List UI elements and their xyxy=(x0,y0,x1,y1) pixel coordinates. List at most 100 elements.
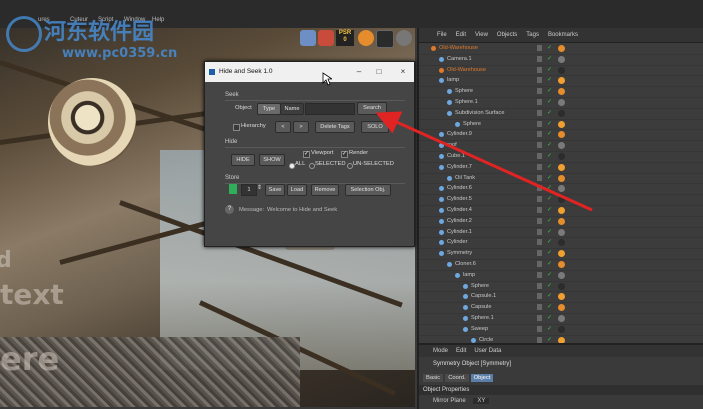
enabled-check-icon[interactable]: ✓ xyxy=(547,43,552,54)
load-button[interactable]: Load xyxy=(287,184,307,196)
viewport-checkbox[interactable]: ✓ xyxy=(303,151,310,158)
enabled-check-icon[interactable]: ✓ xyxy=(547,237,552,248)
remove-button[interactable]: Remove xyxy=(311,184,339,196)
om-menu-objects[interactable]: Objects xyxy=(497,32,517,38)
material-tag-icon[interactable] xyxy=(558,163,565,171)
material-tag-icon[interactable] xyxy=(558,45,565,52)
enabled-check-icon[interactable]: ✓ xyxy=(547,313,552,324)
material-tag-icon[interactable] xyxy=(558,325,565,333)
script-icon[interactable] xyxy=(358,30,374,46)
delete-tags-button[interactable]: Delete Tags xyxy=(315,121,355,133)
maximize-icon[interactable]: □ xyxy=(373,62,385,82)
material-tag-icon[interactable] xyxy=(558,304,565,312)
material-tag-icon[interactable] xyxy=(558,282,565,290)
selection-obj-button[interactable]: Selection Obj. xyxy=(345,184,391,196)
tab-coord[interactable]: Coord. xyxy=(445,374,469,382)
name-toggle[interactable]: Name xyxy=(280,103,304,115)
search-button[interactable]: Search xyxy=(357,102,387,115)
tab-object[interactable]: Object xyxy=(470,374,494,382)
hierarchy-checkbox[interactable] xyxy=(233,124,240,131)
material-tag-icon[interactable] xyxy=(558,99,565,106)
hide-button[interactable]: HIDE xyxy=(231,154,255,166)
material-tag-icon[interactable] xyxy=(558,271,565,279)
om-menu-tags[interactable]: Tags xyxy=(526,32,539,38)
close-icon[interactable]: × xyxy=(397,62,409,82)
dialog-title-bar[interactable]: Hide and Seek 1.0 – □ × xyxy=(205,62,414,82)
material-tag-icon[interactable] xyxy=(558,239,565,247)
render-view-icon[interactable] xyxy=(318,30,334,46)
enabled-check-icon[interactable]: ✓ xyxy=(547,108,552,119)
om-menu-view[interactable]: View xyxy=(475,32,488,38)
type-toggle[interactable]: Type xyxy=(257,103,281,115)
material-tag-icon[interactable] xyxy=(558,77,565,85)
material-tag-icon[interactable] xyxy=(558,131,565,139)
show-button[interactable]: SHOW xyxy=(259,154,285,166)
psr-indicator[interactable]: PSR 0 xyxy=(336,30,354,46)
enabled-check-icon[interactable]: ✓ xyxy=(547,324,552,335)
enabled-check-icon[interactable]: ✓ xyxy=(547,54,552,65)
enabled-check-icon[interactable]: ✓ xyxy=(547,173,552,184)
material-tag-icon[interactable] xyxy=(558,88,565,96)
enabled-check-icon[interactable]: ✓ xyxy=(547,129,552,140)
store-index-field[interactable]: 1 xyxy=(241,184,257,196)
enabled-check-icon[interactable]: ✓ xyxy=(547,270,552,281)
enabled-check-icon[interactable]: ✓ xyxy=(547,259,552,270)
mirror-plane-field[interactable]: Mirror Plane XY xyxy=(433,398,490,404)
material-tag-icon[interactable] xyxy=(558,293,565,301)
enabled-check-icon[interactable]: ✓ xyxy=(547,302,552,313)
material-tag-icon[interactable] xyxy=(558,109,565,117)
prev-button[interactable]: < xyxy=(275,121,291,133)
material-tag-icon[interactable] xyxy=(558,228,565,236)
next-button[interactable]: > xyxy=(293,121,309,133)
material-tag-icon[interactable] xyxy=(558,315,565,322)
material-tag-icon[interactable] xyxy=(558,55,565,63)
camera-tool-icon[interactable] xyxy=(300,30,316,46)
enabled-check-icon[interactable]: ✓ xyxy=(547,75,552,86)
enabled-check-icon[interactable]: ✓ xyxy=(547,119,552,130)
mirror-plane-value[interactable]: XY xyxy=(473,398,490,404)
layer-icon[interactable] xyxy=(376,30,394,48)
object-type-icon xyxy=(439,186,444,192)
enabled-check-icon[interactable]: ✓ xyxy=(547,183,552,194)
settings-icon[interactable] xyxy=(396,30,412,46)
am-menu-mode[interactable]: Mode xyxy=(433,348,448,354)
am-menu-user-data[interactable]: User Data xyxy=(474,348,501,354)
material-tag-icon[interactable] xyxy=(558,66,565,74)
material-tag-icon[interactable] xyxy=(558,142,565,150)
om-menu-edit[interactable]: Edit xyxy=(456,32,466,38)
am-menu-edit[interactable]: Edit xyxy=(456,348,466,354)
material-tag-icon[interactable] xyxy=(558,207,565,214)
enabled-check-icon[interactable]: ✓ xyxy=(547,291,552,302)
enabled-check-icon[interactable]: ✓ xyxy=(547,281,552,292)
enabled-check-icon[interactable]: ✓ xyxy=(547,216,552,227)
enabled-check-icon[interactable]: ✓ xyxy=(547,194,552,205)
enabled-check-icon[interactable]: ✓ xyxy=(547,151,552,162)
enabled-check-icon[interactable]: ✓ xyxy=(547,205,552,216)
enabled-check-icon[interactable]: ✓ xyxy=(547,162,552,173)
material-tag-icon[interactable] xyxy=(558,185,565,193)
material-tag-icon[interactable] xyxy=(558,196,565,204)
enabled-check-icon[interactable]: ✓ xyxy=(547,140,552,151)
enabled-check-icon[interactable]: ✓ xyxy=(547,86,552,97)
om-menu-file[interactable]: File xyxy=(437,32,447,38)
material-tag-icon[interactable] xyxy=(558,153,565,160)
help-icon[interactable]: ? xyxy=(225,205,234,214)
material-tag-icon[interactable] xyxy=(558,120,565,128)
render-checkbox[interactable]: ✓ xyxy=(341,151,348,158)
search-input[interactable] xyxy=(305,103,355,115)
enabled-check-icon[interactable]: ✓ xyxy=(547,227,552,238)
material-tag-icon[interactable] xyxy=(558,217,565,225)
material-tag-icon[interactable] xyxy=(558,261,565,268)
stepper-icon[interactable]: ⇕ xyxy=(257,185,262,191)
tab-basic[interactable]: Basic xyxy=(423,374,444,382)
enabled-check-icon[interactable]: ✓ xyxy=(547,65,552,76)
minimize-icon[interactable]: – xyxy=(353,62,365,82)
om-menu-bookmarks[interactable]: Bookmarks xyxy=(548,32,578,38)
save-button[interactable]: Save xyxy=(265,184,285,196)
solo-button[interactable]: SOLO xyxy=(361,121,389,133)
enabled-check-icon[interactable]: ✓ xyxy=(547,248,552,259)
enabled-check-icon[interactable]: ✓ xyxy=(547,97,552,108)
material-tag-icon[interactable] xyxy=(558,250,565,258)
store-color-swatch[interactable] xyxy=(229,184,237,194)
material-tag-icon[interactable] xyxy=(558,174,565,182)
